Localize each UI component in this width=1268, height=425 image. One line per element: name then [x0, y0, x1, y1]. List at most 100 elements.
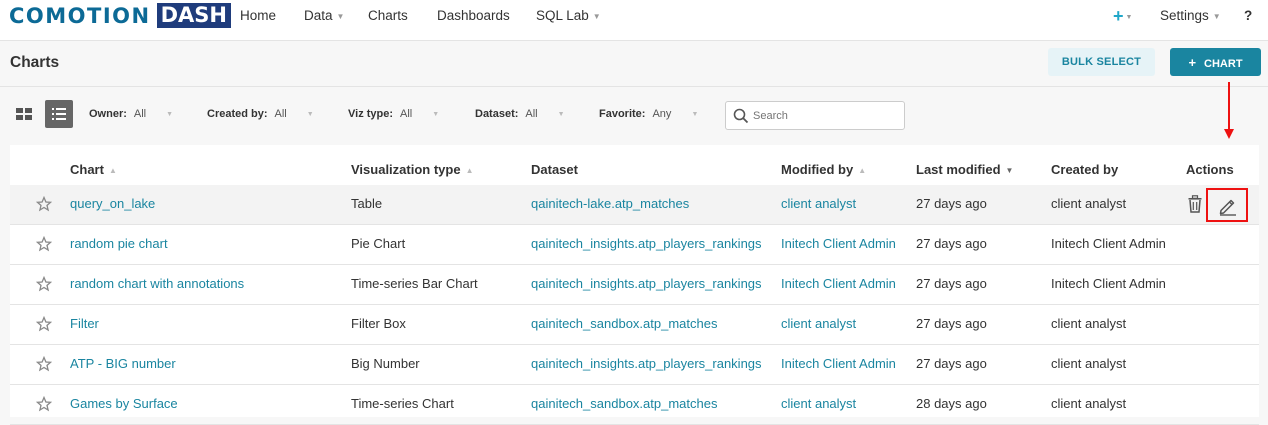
sort-icon: ▲	[108, 166, 117, 176]
star-outline-icon[interactable]	[36, 316, 52, 332]
nav-charts[interactable]: Charts	[368, 8, 408, 23]
chart-name-link[interactable]: ATP - BIG number	[70, 356, 176, 371]
filter-label: Dataset:	[475, 108, 519, 120]
star-outline-icon[interactable]	[36, 396, 52, 412]
created-by-cell: Initech Client Admin	[1051, 236, 1166, 251]
table-row: query_on_lake Table qainitech-lake.atp_m…	[10, 185, 1259, 225]
column-header-label: Dataset	[531, 162, 578, 177]
chart-name-link[interactable]: Filter	[70, 316, 99, 331]
new-item-menu[interactable]: + ▼	[1113, 6, 1132, 27]
star-outline-icon[interactable]	[36, 236, 52, 252]
card-view-toggle[interactable]	[10, 100, 38, 128]
nav-dashboards[interactable]: Dashboards	[437, 8, 510, 23]
bulk-select-button[interactable]: BULK SELECT	[1048, 48, 1155, 76]
nav-sql-lab-label: SQL Lab	[536, 8, 589, 23]
column-header-last-modified[interactable]: Last modified ▼	[916, 162, 1013, 177]
dataset-link[interactable]: qainitech_sandbox.atp_matches	[531, 316, 717, 331]
created-by-cell: client analyst	[1051, 316, 1127, 331]
star-outline-icon[interactable]	[36, 276, 52, 292]
chevron-down-icon: ▼	[306, 110, 314, 118]
sort-icon: ▲	[465, 166, 474, 176]
chevron-down-icon: ▼	[166, 110, 174, 118]
filter-created-by[interactable]: Created by: All ▼	[207, 108, 314, 120]
last-modified-cell: 28 days ago	[916, 396, 987, 411]
chevron-down-icon: ▼	[557, 110, 565, 118]
viz-type-cell: Filter Box	[351, 316, 406, 331]
filter-viz-type[interactable]: Viz type: All ▼	[348, 108, 439, 120]
filter-value: All	[525, 108, 538, 120]
column-header-label: Created by	[1051, 162, 1119, 177]
filter-label: Favorite:	[599, 108, 646, 120]
table-row: random chart with annotations Time-serie…	[10, 265, 1259, 305]
nav-settings[interactable]: Settings ▼	[1160, 8, 1221, 23]
column-header-modified-by[interactable]: Modified by ▲	[781, 162, 866, 177]
last-modified-cell: 27 days ago	[916, 236, 987, 251]
nav-sql-lab[interactable]: SQL Lab ▼	[536, 8, 601, 23]
page-title: Charts	[10, 54, 60, 71]
dataset-link[interactable]: qainitech-lake.atp_matches	[531, 196, 689, 211]
filter-label: Viz type:	[348, 108, 394, 120]
dataset-link[interactable]: qainitech_insights.atp_players_rankings	[531, 236, 762, 251]
header-divider	[0, 86, 1268, 87]
dataset-link[interactable]: qainitech_sandbox.atp_matches	[531, 396, 717, 411]
modified-by-link[interactable]: client analyst	[781, 396, 856, 411]
chart-name-link[interactable]: random chart with annotations	[70, 276, 244, 291]
filter-label: Owner:	[89, 108, 127, 120]
dataset-link[interactable]: qainitech_insights.atp_players_rankings	[531, 356, 762, 371]
chart-name-link[interactable]: Games by Surface	[70, 396, 178, 411]
chart-name-link[interactable]: query_on_lake	[70, 196, 155, 211]
column-header-viz-type[interactable]: Visualization type ▲	[351, 162, 474, 177]
modified-by-link[interactable]: Initech Client Admin	[781, 356, 896, 371]
filter-value: Any	[652, 108, 672, 120]
star-outline-icon[interactable]	[36, 356, 52, 372]
chevron-down-icon: ▼	[1212, 11, 1221, 21]
search-input[interactable]	[751, 106, 900, 126]
column-header-dataset: Dataset	[531, 162, 578, 177]
column-header-label: Last modified	[916, 162, 1001, 177]
search-field[interactable]	[725, 101, 905, 130]
column-header-label: Actions	[1186, 162, 1234, 177]
list-icon	[52, 108, 66, 120]
filter-value: All	[133, 108, 147, 120]
star-outline-icon[interactable]	[36, 196, 52, 212]
table-row: ATP - BIG number Big Number qainitech_in…	[10, 345, 1259, 385]
nav-settings-label: Settings	[1160, 8, 1209, 23]
last-modified-cell: 27 days ago	[916, 276, 987, 291]
filter-label: Created by:	[207, 108, 268, 120]
brand-logo[interactable]: COMOTION DASH	[9, 3, 231, 28]
add-chart-button[interactable]: + CHART	[1170, 48, 1261, 76]
nav-home[interactable]: Home	[240, 8, 276, 23]
logo-wordmark: COMOTION	[9, 3, 151, 28]
modified-by-link[interactable]: Initech Client Admin	[781, 236, 896, 251]
table-row: Games by Surface Time-series Chart qaini…	[10, 385, 1259, 425]
filter-dataset[interactable]: Dataset: All ▼	[475, 108, 565, 120]
column-header-label: Visualization type	[351, 162, 461, 177]
grid-icon	[16, 108, 32, 120]
filter-favorite[interactable]: Favorite: Any ▼	[599, 108, 698, 120]
modified-by-link[interactable]: client analyst	[781, 196, 856, 211]
help-button[interactable]: ?	[1244, 8, 1252, 23]
column-header-chart[interactable]: Chart ▲	[70, 162, 117, 177]
trash-icon[interactable]	[1188, 195, 1202, 213]
modified-by-link[interactable]: Initech Client Admin	[781, 276, 896, 291]
nav-data-label: Data	[304, 8, 333, 23]
table-row: Filter Filter Box qainitech_sandbox.atp_…	[10, 305, 1259, 345]
viz-type-cell: Pie Chart	[351, 236, 406, 251]
nav-data[interactable]: Data ▼	[304, 8, 344, 23]
plus-icon: +	[1188, 54, 1197, 70]
list-view-toggle[interactable]	[45, 100, 73, 128]
modified-by-link[interactable]: client analyst	[781, 316, 856, 331]
created-by-cell: client analyst	[1051, 196, 1127, 211]
annotation-arrow-icon	[1224, 82, 1234, 139]
last-modified-cell: 27 days ago	[916, 316, 987, 331]
created-by-cell: Initech Client Admin	[1051, 276, 1166, 291]
pencil-icon	[1219, 199, 1236, 216]
dataset-link[interactable]: qainitech_insights.atp_players_rankings	[531, 276, 762, 291]
chart-name-link[interactable]: random pie chart	[70, 236, 168, 251]
edit-button[interactable]	[1206, 188, 1248, 222]
viz-type-cell: Time-series Bar Chart	[351, 276, 478, 291]
table-row: random pie chart Pie Chart qainitech_ins…	[10, 225, 1259, 265]
chevron-down-icon: ▼	[691, 110, 699, 118]
filter-owner[interactable]: Owner: All ▼	[89, 108, 173, 120]
viz-type-cell: Table	[351, 196, 383, 211]
